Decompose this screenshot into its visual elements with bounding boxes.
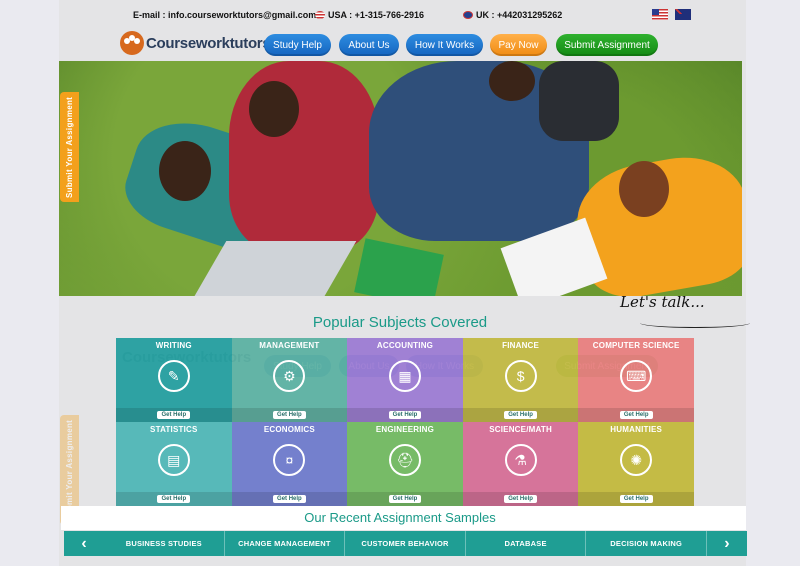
study-help-button[interactable]: Study Help bbox=[264, 34, 331, 56]
australia-site-flag-icon[interactable] bbox=[675, 9, 691, 20]
submit-assignment-button[interactable]: Submit Assignment bbox=[556, 34, 658, 56]
get-help-button[interactable]: Get Help bbox=[619, 495, 653, 503]
subject-card-economics[interactable]: Economics ¤ Get Help bbox=[231, 422, 348, 506]
contact-bar: E-mail : info.courseworktutors@gmail.com… bbox=[0, 0, 800, 30]
subject-name: Accounting bbox=[376, 341, 434, 350]
chevron-right-icon[interactable]: › bbox=[707, 535, 747, 553]
sample-tab[interactable]: BUSINESS STUDIES bbox=[104, 531, 225, 556]
subject-card-accounting[interactable]: Accounting ▦ Get Help bbox=[347, 338, 463, 422]
computer-icon: ⌨ bbox=[620, 360, 653, 392]
subject-card-finance[interactable]: Finance $ Get Help bbox=[462, 338, 579, 422]
money-icon: ¤ bbox=[273, 444, 306, 476]
subject-name: Finance bbox=[502, 341, 540, 350]
subject-card-engineering[interactable]: Engineering ⛑ Get Help bbox=[347, 422, 463, 506]
submit-assignment-side-tab[interactable]: Submit Your Assignment bbox=[60, 92, 79, 202]
subject-card-management[interactable]: Management ⚙ Get Help bbox=[231, 338, 348, 422]
us-flag-icon bbox=[315, 11, 325, 19]
flask-icon: ⚗ bbox=[504, 444, 537, 476]
finance-icon: $ bbox=[504, 360, 537, 392]
subject-name: Engineering bbox=[375, 425, 435, 434]
popular-subjects-heading: Popular Subjects Covered bbox=[312, 314, 488, 331]
get-help-button[interactable]: Get Help bbox=[504, 495, 537, 503]
site-logo[interactable]: Courseworktutors bbox=[120, 30, 271, 56]
get-help-button[interactable]: Get Help bbox=[619, 411, 653, 419]
bar-chart-icon: ▤ bbox=[157, 444, 190, 476]
get-help-button[interactable]: Get Help bbox=[157, 411, 191, 419]
uk-phone-text: UK : +442031295262 bbox=[476, 10, 563, 20]
subject-card-science-math[interactable]: Science/Math ⚗ Get Help bbox=[462, 422, 579, 506]
engineer-icon: ⛑ bbox=[388, 444, 421, 476]
brand-name: Courseworktutors bbox=[146, 34, 271, 52]
sample-tab[interactable]: CHANGE MANAGEMENT bbox=[225, 531, 346, 556]
subject-name: Science/Math bbox=[489, 425, 552, 434]
subject-card-computer-science[interactable]: Computer Science ⌨ Get Help bbox=[578, 338, 694, 422]
sample-tab[interactable]: DECISION MAKING bbox=[586, 531, 707, 556]
hero-photo bbox=[59, 61, 742, 296]
usa-phone[interactable]: USA : +1-315-766-2916 bbox=[315, 10, 424, 20]
get-help-button[interactable]: Get Help bbox=[273, 495, 306, 503]
pay-now-button[interactable]: Pay Now bbox=[490, 34, 547, 56]
subject-card-statistics[interactable]: Statistics ▤ Get Help bbox=[116, 422, 232, 506]
chevron-left-icon[interactable]: ‹ bbox=[64, 535, 104, 553]
subject-name: Economics bbox=[263, 425, 315, 434]
usa-phone-text: USA : +1-315-766-2916 bbox=[328, 10, 424, 20]
recent-samples-heading: Our Recent Assignment Samples bbox=[304, 510, 496, 525]
subject-name: Management bbox=[259, 341, 320, 350]
sample-tab[interactable]: CUSTOMER BEHAVIOR bbox=[345, 531, 466, 556]
management-icon: ⚙ bbox=[273, 360, 306, 392]
subject-name: Computer Science bbox=[592, 341, 680, 350]
subject-card-writing[interactable]: Writing ✎ Get Help bbox=[116, 338, 232, 422]
sample-tab[interactable]: DATABASE bbox=[466, 531, 587, 556]
how-it-works-button[interactable]: How It Works bbox=[406, 34, 483, 56]
subject-name: Writing bbox=[155, 341, 192, 350]
get-help-button[interactable]: Get Help bbox=[504, 411, 537, 419]
get-help-button[interactable]: Get Help bbox=[157, 495, 191, 503]
uk-flag-icon bbox=[463, 11, 473, 19]
people-logo-icon bbox=[120, 31, 144, 55]
get-help-button[interactable]: Get Help bbox=[388, 495, 422, 503]
subjects-grid: Writing ✎ Get Help Management ⚙ Get Help… bbox=[116, 338, 694, 506]
calculator-icon: ▦ bbox=[388, 360, 421, 392]
writing-icon: ✎ bbox=[157, 360, 190, 392]
us-site-flag-icon[interactable] bbox=[652, 9, 668, 20]
get-help-button[interactable]: Get Help bbox=[388, 411, 422, 419]
about-us-button[interactable]: About Us bbox=[339, 34, 399, 56]
samples-carousel: ‹ BUSINESS STUDIES CHANGE MANAGEMENT CUS… bbox=[64, 531, 747, 556]
get-help-button[interactable]: Get Help bbox=[273, 411, 306, 419]
subject-name: Humanities bbox=[610, 425, 663, 434]
lets-talk-chat[interactable]: Let's talk... bbox=[620, 293, 705, 311]
subject-card-humanities[interactable]: Humanities ✺ Get Help bbox=[578, 422, 694, 506]
email-link[interactable]: E-mail : info.courseworktutors@gmail.com bbox=[133, 10, 316, 20]
uk-phone[interactable]: UK : +442031295262 bbox=[463, 10, 562, 20]
subject-name: Statistics bbox=[150, 425, 198, 434]
people-network-icon: ✺ bbox=[620, 444, 653, 476]
